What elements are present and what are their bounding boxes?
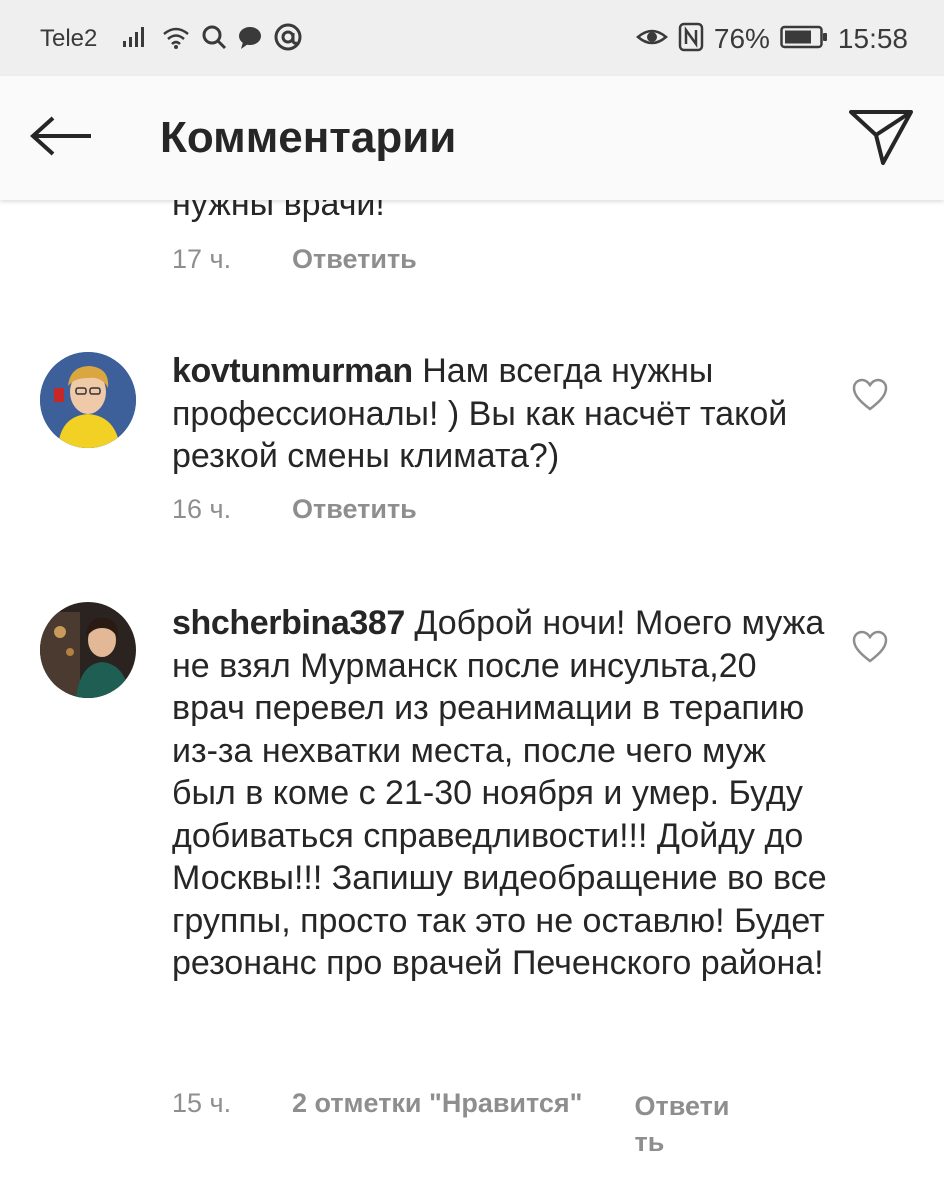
heart-outline-icon <box>852 378 888 416</box>
comment-time: 16 ч. <box>172 494 232 524</box>
carrier-label: Tele2 <box>40 25 98 52</box>
at-sign-icon <box>273 22 303 57</box>
likes-count[interactable]: 2 отметки "Нравится" <box>292 1088 582 1119</box>
comment-text: kovtunmurman Нам всегда нужны профессион… <box>172 350 832 478</box>
comment-text-partial: нужны врачи! <box>172 200 385 223</box>
comment-meta: 16 ч. Ответить <box>172 494 417 534</box>
comments-header: Комментарии <box>0 76 944 200</box>
comment-text: shcherbina387 Доброй ночи! Моего мужа не… <box>172 602 832 985</box>
page-title: Комментарии <box>160 113 457 162</box>
wifi-icon <box>161 24 191 55</box>
eye-icon <box>635 25 668 54</box>
clock: 15:58 <box>837 23 908 54</box>
comments-list: нужны врачи! 17 ч. Ответить kovtunmurman… <box>0 200 944 1200</box>
paper-plane-icon <box>849 108 913 171</box>
battery-percent: 76% <box>713 23 770 54</box>
chat-bubble-icon <box>237 24 263 55</box>
reply-button[interactable]: Ответи ть <box>634 1088 744 1160</box>
status-bar: Tele2 76% 15:58 <box>0 0 944 76</box>
arrow-left-icon <box>29 116 95 161</box>
comment-time: 15 ч. <box>172 1088 232 1118</box>
like-button[interactable] <box>852 630 888 666</box>
reply-button[interactable]: Ответить <box>292 244 417 275</box>
avatar[interactable] <box>40 352 136 448</box>
heart-outline-icon <box>852 630 888 668</box>
comment-time: 17 ч. <box>172 244 232 274</box>
signal-icon <box>121 25 151 54</box>
comment-username[interactable]: kovtunmurman <box>172 352 413 390</box>
back-button[interactable] <box>26 106 98 170</box>
comment-username[interactable]: shcherbina387 <box>172 604 405 642</box>
like-button[interactable] <box>852 378 888 414</box>
reply-button[interactable]: Ответить <box>292 494 417 525</box>
nfc-icon <box>678 22 704 57</box>
comment-body: Доброй ночи! Моего мужа не взял Мурманск… <box>172 604 827 982</box>
comment-meta: 15 ч. 2 отметки "Нравится" Ответи ть <box>172 1088 744 1157</box>
share-button[interactable] <box>846 104 916 174</box>
status-right: 76% 15:58 <box>635 22 908 57</box>
battery-icon <box>780 25 828 54</box>
avatar[interactable] <box>40 602 136 698</box>
comment-meta: 17 ч. Ответить <box>172 244 417 284</box>
status-left: Tele2 <box>40 22 303 56</box>
search-icon <box>201 24 227 55</box>
